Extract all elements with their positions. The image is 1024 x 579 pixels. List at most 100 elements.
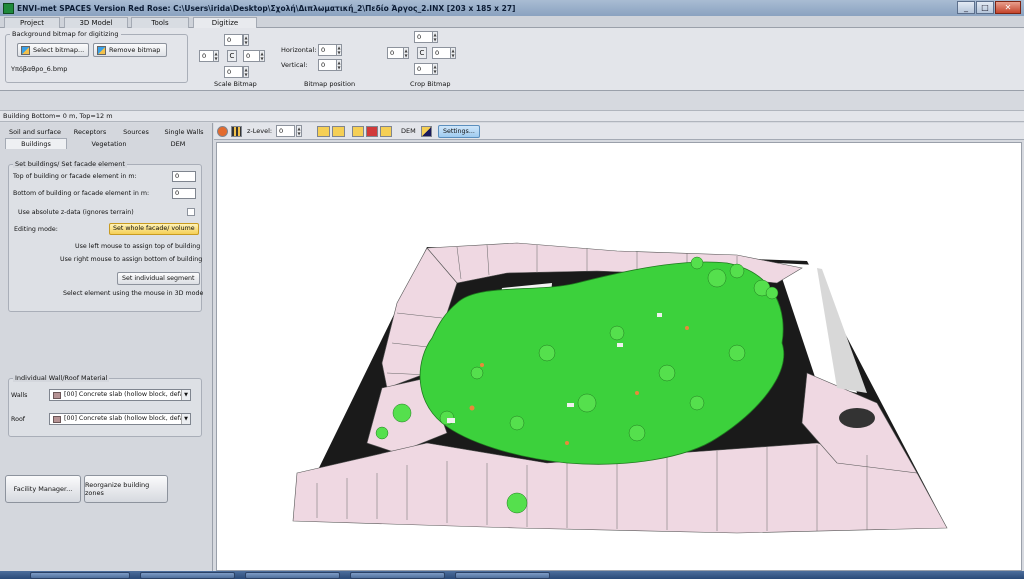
tab-receptors[interactable]: Receptors [68, 127, 112, 138]
scale-left-spinner[interactable]: ▲ ▼ [213, 50, 219, 62]
set-whole-facade-button[interactable]: Set whole facade/ volume [109, 223, 199, 235]
z-level-spinner[interactable]: ▲ ▼ [296, 125, 302, 137]
crop-top-spinner[interactable]: ▲ ▼ [432, 31, 438, 43]
material-title: Individual Wall/Roof Material [13, 374, 110, 382]
crop-center-button[interactable]: C [417, 47, 427, 59]
bitmap-filename: Υπόβαθρο_6.bmp [11, 65, 68, 73]
roof-material-select[interactable]: [00] Concrete slab (hollow block, defa ▼ [49, 413, 191, 425]
absolute-z-label: Use absolute z-data (ignores terrain) [18, 209, 134, 216]
section-view-icon-3[interactable] [380, 126, 392, 137]
taskbar-item-2[interactable] [140, 572, 235, 579]
taskbar-item-1[interactable] [30, 572, 130, 579]
taskbar [0, 571, 1024, 579]
group-title-background-bitmap: Background bitmap for digitizing [10, 30, 121, 38]
horizontal-spinner[interactable]: ▲ ▼ [336, 44, 342, 56]
taskbar-item-4[interactable] [350, 572, 445, 579]
bottom-height-input[interactable]: 0 [172, 188, 196, 199]
horizontal-input[interactable]: 0 [318, 44, 337, 56]
tab-tools[interactable]: Tools [131, 17, 189, 28]
roof-color-swatch [53, 415, 61, 423]
close-button[interactable]: ✕ [995, 1, 1021, 14]
scale-bottom-input[interactable]: 0 [224, 66, 243, 78]
set-buildings-title: Set buildings/ Set facade element [13, 160, 127, 168]
crop-right-spinner[interactable]: ▲ ▼ [450, 47, 456, 59]
ribbon-tabs: Project 3D Model Tools Digitize [0, 16, 1024, 29]
scale-top-spinner[interactable]: ▲ ▼ [243, 34, 249, 46]
vertical-spinner[interactable]: ▲ ▼ [336, 59, 342, 71]
tab-single-walls[interactable]: Single Walls [160, 127, 208, 138]
layer-view-icon-1[interactable] [317, 126, 330, 137]
set-buildings-section: Set buildings/ Set facade element Top of… [8, 160, 204, 312]
dem-icon[interactable] [421, 126, 432, 137]
remove-bitmap-label: Remove bitmap [109, 46, 161, 54]
walls-label: Walls [11, 392, 28, 399]
remove-bitmap-button[interactable]: Remove bitmap [93, 43, 167, 57]
scale-bottom-spinner[interactable]: ▲ ▼ [243, 66, 249, 78]
select-bitmap-button[interactable]: Select bitmap... [17, 43, 89, 57]
digitize-ribbon: Background bitmap for digitizing Select … [0, 28, 1024, 91]
crop-top-input[interactable]: 0 [414, 31, 433, 43]
section-view-icon-1[interactable] [352, 126, 364, 137]
settings-button[interactable]: Settings... [438, 125, 480, 138]
walls-color-swatch [53, 391, 61, 399]
layer-view-icon-2[interactable] [332, 126, 345, 137]
scale-center-button[interactable]: C [227, 50, 237, 62]
roof-material-value: [00] Concrete slab (hollow block, defa [64, 415, 184, 422]
3d-viewport[interactable] [216, 142, 1022, 571]
view-toolbar: z-Level: 0 ▲ ▼ DEM Settings... [214, 123, 1024, 140]
title-bar: ENVI-met SPACES Version Red Rose: C:\Use… [0, 0, 1024, 16]
dem-label: DEM [401, 127, 416, 135]
tab-3d-model[interactable]: 3D Model [64, 17, 128, 28]
scale-right-spinner[interactable]: ▲ ▼ [259, 50, 265, 62]
left-panel: Soil and surface Receptors Sources Singl… [0, 123, 213, 571]
tab-vegetation[interactable]: Vegetation [74, 139, 144, 150]
material-section: Individual Wall/Roof Material Walls [00]… [8, 374, 202, 437]
absolute-z-checkbox[interactable] [187, 208, 195, 216]
3d-model-render [292, 242, 948, 534]
taskbar-item-5[interactable] [455, 572, 550, 579]
vertical-input[interactable]: 0 [318, 59, 337, 71]
tab-sources[interactable]: Sources [116, 127, 156, 138]
tab-dem[interactable]: DEM [148, 139, 208, 150]
tab-project[interactable]: Project [4, 17, 60, 28]
background-bitmap-group: Background bitmap for digitizing Select … [5, 30, 188, 83]
right-mouse-hint: Use right mouse to assign bottom of buil… [60, 256, 203, 263]
left-mouse-hint: Use left mouse to assign top of building [75, 243, 201, 250]
eraser-icon[interactable] [217, 126, 228, 137]
scale-top-input[interactable]: 0 [224, 34, 243, 46]
maximize-button[interactable]: □ [976, 1, 994, 14]
walls-material-value: [00] Concrete slab (hollow block, defa [64, 391, 184, 398]
select-element-hint: Select element using the mouse in 3D mod… [63, 290, 204, 297]
chevron-down-icon: ▼ [181, 414, 190, 424]
top-height-input[interactable]: 0 [172, 171, 196, 182]
top-label: Top of building or facade element in m: [13, 173, 137, 180]
facility-manager-button[interactable]: Facility Manager... [5, 475, 81, 503]
section-view-icon-2[interactable] [366, 126, 378, 137]
z-level-input[interactable]: 0 [276, 125, 295, 137]
editing-mode-label: Editing mode: [14, 226, 58, 233]
reorganize-zones-button[interactable]: Reorganize building zones [84, 475, 168, 503]
crop-bitmap-title: Crop Bitmap [410, 80, 451, 88]
minimize-button[interactable]: _ [957, 1, 975, 14]
remove-image-icon [97, 45, 106, 55]
horizontal-label: Horizontal: [281, 46, 317, 54]
grid-icon[interactable] [231, 126, 242, 137]
crop-left-spinner[interactable]: ▲ ▼ [403, 47, 409, 59]
walls-material-select[interactable]: [00] Concrete slab (hollow block, defa ▼ [49, 389, 191, 401]
window-controls: _ □ ✕ [957, 1, 1021, 14]
set-individual-segment-button[interactable]: Set individual segment [117, 272, 200, 285]
crop-bottom-input[interactable]: 0 [414, 63, 433, 75]
z-level-label: z-Level: [247, 127, 273, 135]
vertical-label: Vertical: [281, 61, 308, 69]
crop-right-input[interactable]: 0 [432, 47, 451, 59]
tab-buildings[interactable]: Buildings [5, 138, 67, 149]
scale-bitmap-title: Scale Bitmap [214, 80, 257, 88]
bottom-label: Bottom of building or facade element in … [13, 190, 150, 197]
tab-soil-surface[interactable]: Soil and surface [6, 127, 64, 138]
east-dark-feature [839, 408, 875, 428]
crop-bottom-spinner[interactable]: ▲ ▼ [432, 63, 438, 75]
taskbar-item-3[interactable] [245, 572, 340, 579]
ribbon-spacer [0, 92, 1024, 110]
window-title: ENVI-met SPACES Version Red Rose: C:\Use… [17, 3, 516, 13]
bitmap-position-title: Bitmap position [304, 80, 356, 88]
